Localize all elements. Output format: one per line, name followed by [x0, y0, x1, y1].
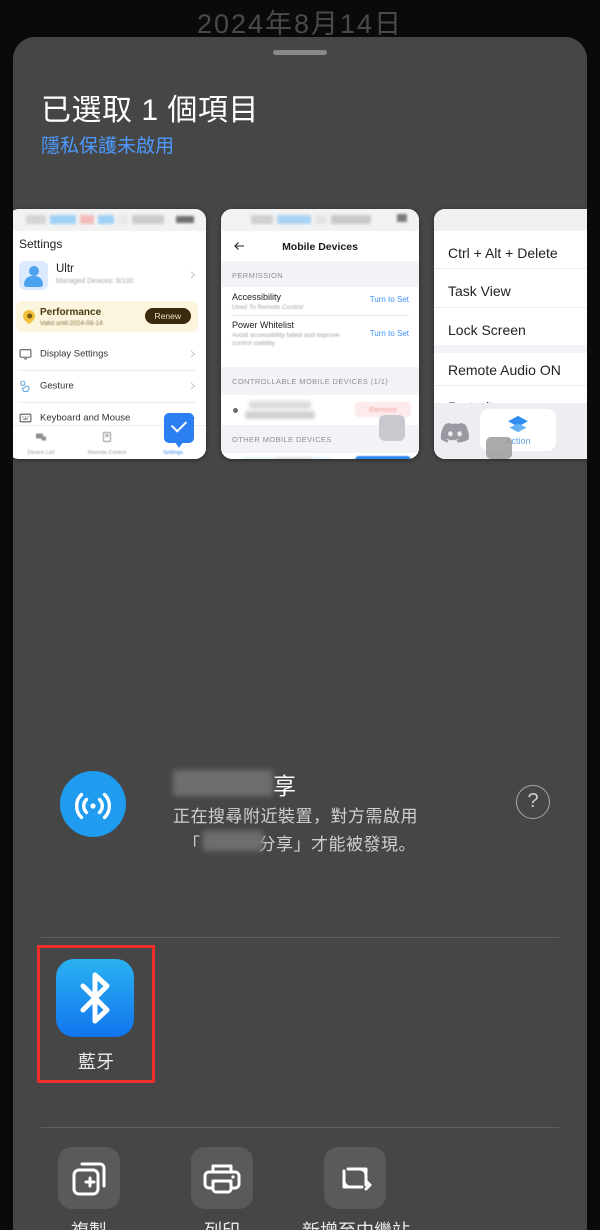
- card-footer-bar: Action: [434, 403, 587, 459]
- tab-device-list[interactable]: Device List: [13, 426, 74, 459]
- status-bar-blurred: [13, 209, 206, 231]
- sidebar-item-label: Gesture: [40, 380, 74, 392]
- menu-item-ctrl-alt-delete[interactable]: Ctrl + Alt + Delete: [448, 245, 558, 261]
- card-title: Mobile Devices: [282, 241, 358, 253]
- screen-root: 2024年8月14日 已選取 1 個項目 隱私保護未啟用 Settings Ul…: [0, 0, 600, 1230]
- action-label: 新增至中繼站: [271, 1217, 441, 1230]
- action-label: 複製: [41, 1217, 137, 1230]
- action-duplicate[interactable]: 複製: [41, 1147, 174, 1230]
- preview-card-settings[interactable]: Settings Ultr Managed Devices: 9/100 Per…: [13, 209, 206, 459]
- sidebar-item-label: Keyboard and Mouse: [40, 412, 131, 424]
- device-status-dot-offline: [233, 408, 238, 413]
- power-whitelist-turn-to-set-link[interactable]: Turn to Set: [370, 329, 409, 338]
- action-icon-background: [324, 1147, 386, 1209]
- account-managed-devices: Managed Devices: 9/100: [56, 278, 134, 285]
- bluetooth-app-label: 藍牙: [78, 1052, 114, 1072]
- selected-checkmark-badge: [164, 413, 194, 448]
- action-add-to-relay-station[interactable]: 新增至中繼站: [302, 1147, 440, 1230]
- action-label: 列印: [174, 1217, 270, 1230]
- preview-card-strip[interactable]: Settings Ultr Managed Devices: 9/100 Per…: [13, 209, 587, 474]
- menu-item-lock-screen[interactable]: Lock Screen: [448, 322, 526, 338]
- gesture-icon: [20, 380, 30, 392]
- floating-action-button[interactable]: [379, 415, 405, 441]
- card-header-settings: Settings: [19, 237, 63, 251]
- menu-item-remote-audio-on[interactable]: Remote Audio ON: [448, 362, 561, 378]
- bluetooth-app-button[interactable]: [56, 959, 134, 1037]
- status-bar-blurred: [221, 209, 419, 231]
- device-list-icon: [36, 433, 46, 441]
- sidebar-item-label: Display Settings: [40, 348, 109, 360]
- divider-above-actions: [41, 1127, 559, 1128]
- avatar: [19, 261, 48, 290]
- tab-label: Remote Control: [87, 450, 127, 456]
- background-date-text: 2024年8月14日: [196, 9, 404, 39]
- bluetooth-icon: [80, 972, 110, 1024]
- tab-label: Device List: [27, 450, 55, 456]
- duplicate-icon: [72, 1162, 106, 1196]
- printer-icon: [203, 1164, 241, 1194]
- airdrop-title-suffix: 享: [273, 773, 297, 799]
- status-bar-blank: [434, 209, 587, 231]
- remote-control-icon: [103, 432, 111, 442]
- redaction-block-line2: [203, 831, 263, 851]
- performance-badge-icon: [20, 307, 38, 325]
- redaction-block-title: [173, 770, 273, 796]
- help-button[interactable]: ?: [516, 785, 550, 819]
- page-title: 已選取 1 個項目: [41, 94, 259, 127]
- permission-title-power-whitelist: Power Whitelist: [232, 320, 295, 330]
- performance-promo-banner[interactable]: Performance Valid until:2024-08-14 Renew: [16, 301, 198, 332]
- question-mark-icon: ?: [527, 790, 539, 812]
- permission-sub-power-whitelist: Avoid accessibility failed and improve c…: [232, 332, 340, 348]
- airdrop-search-line-1: 正在搜尋附近裝置，對方需啟用: [173, 807, 418, 826]
- chevron-right-icon: [187, 382, 196, 390]
- layers-icon: [508, 415, 528, 433]
- authorize-device-button[interactable]: Authorize: [355, 456, 411, 459]
- airdrop-waves-icon: [74, 792, 112, 820]
- privacy-status-link[interactable]: 隱私保護未啟用: [41, 131, 174, 158]
- preview-card-action-menu[interactable]: Ctrl + Alt + Delete Task View Lock Scree…: [434, 209, 587, 459]
- share-sheet: 已選取 1 個項目 隱私保護未啟用 Settings Ultr Managed: [13, 37, 587, 1230]
- chevron-right-icon: [187, 350, 196, 358]
- sheet-grabber-handle[interactable]: [273, 50, 327, 55]
- group-header-controllable-devices: CONTROLLABLE MOBILE DEVICES (1/1): [232, 377, 389, 386]
- group-header-other-devices: OTHER MOBILE DEVICES: [232, 435, 332, 444]
- action-row[interactable]: 複製 列印: [41, 1147, 559, 1230]
- divider-above-apps: [41, 937, 559, 938]
- sidebar-item-display-settings[interactable]: Display Settings: [13, 338, 206, 370]
- performance-title: Performance: [40, 307, 102, 318]
- performance-valid-until: Valid until:2024-08-14: [40, 320, 103, 327]
- discord-icon[interactable]: [440, 421, 470, 445]
- group-header-permission: PERMISSION: [232, 271, 284, 280]
- line2-prefix: 「: [183, 835, 201, 854]
- cursor-overlay: [486, 437, 512, 459]
- renew-button[interactable]: Renew: [144, 308, 191, 324]
- menu-item-task-view[interactable]: Task View: [448, 283, 511, 299]
- airdrop-icon[interactable]: [60, 771, 126, 837]
- permission-title-accessibility: Accessibility: [232, 292, 282, 302]
- keyboard-icon: [19, 413, 32, 423]
- monitor-icon: [19, 349, 32, 360]
- action-icon-background: [58, 1147, 120, 1209]
- preview-card-mobile-devices[interactable]: Mobile Devices PERMISSION Accessibility …: [221, 209, 419, 459]
- line2-suffix: 分享」才能被發現。: [258, 835, 416, 854]
- relay-icon: [342, 1167, 372, 1191]
- chevron-right-icon: [187, 271, 196, 279]
- tab-remote-control[interactable]: Remote Control: [74, 426, 140, 459]
- account-name: Ultr: [56, 263, 74, 275]
- permission-sub-accessibility: Used To Remote Control: [232, 304, 304, 311]
- sidebar-item-gesture[interactable]: Gesture: [13, 370, 206, 402]
- tab-label: Settings: [163, 450, 183, 456]
- action-icon-background: [191, 1147, 253, 1209]
- card-nav-bar: Mobile Devices: [221, 231, 419, 261]
- accessibility-turn-to-set-link[interactable]: Turn to Set: [370, 295, 409, 304]
